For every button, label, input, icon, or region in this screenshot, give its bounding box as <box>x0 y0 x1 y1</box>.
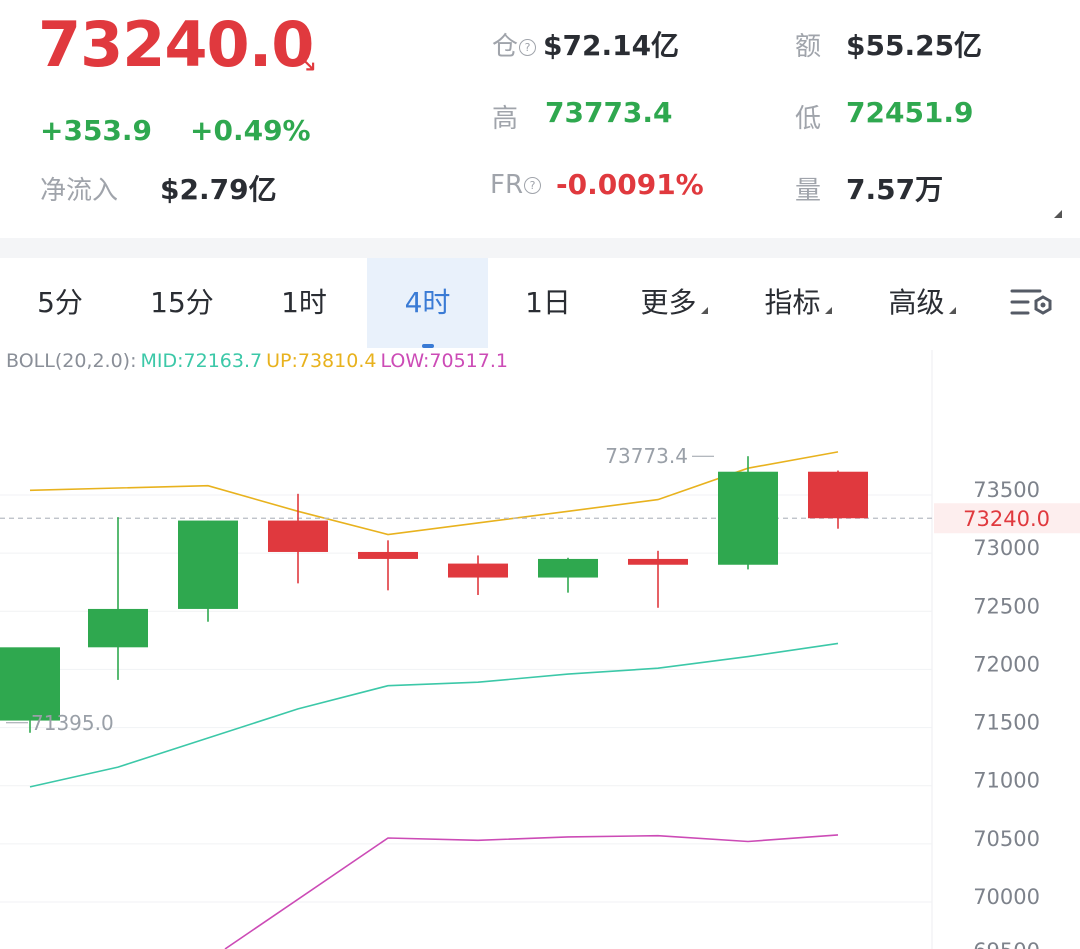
candle-body <box>718 471 778 565</box>
help-icon[interactable]: ? <box>519 39 537 56</box>
y-tick-label: 70500 <box>973 827 1040 851</box>
expand-corner-icon[interactable] <box>1054 210 1062 218</box>
tab-4h[interactable]: 4时 <box>367 258 488 348</box>
candle-body <box>88 608 148 648</box>
low-label: 低 <box>795 104 822 134</box>
tab-indicators[interactable]: 指标 <box>736 258 860 348</box>
chart-settings-icon[interactable] <box>1010 286 1056 320</box>
boll-upper-line <box>29 451 839 536</box>
y-tick-label: 73000 <box>973 536 1040 560</box>
tab-1h[interactable]: 1时 <box>244 258 364 348</box>
netflow-value: $2.79亿 <box>160 173 277 206</box>
last-price: 73240.0 <box>38 8 314 81</box>
y-tick-label: 69500 <box>973 939 1040 949</box>
low-value: 72451.9 <box>846 96 974 129</box>
open-interest-label: 仓 <box>492 32 519 62</box>
help-icon[interactable]: ? <box>524 177 542 194</box>
candle-body <box>178 520 238 609</box>
boll-legend: BOLL(20,2.0): MID:72163.7 UP:73810.4 LOW:70… <box>6 350 512 372</box>
low-marker-label: 71395.0 <box>31 711 114 735</box>
turnover-label: 额 <box>795 32 822 62</box>
section-divider <box>0 238 1080 258</box>
candle-body <box>358 551 418 559</box>
price-change: +353.9 <box>40 114 153 147</box>
boll-up: UP:73810.4 <box>266 350 377 372</box>
candle-body <box>448 563 508 578</box>
tab-more[interactable]: 更多 <box>612 258 736 348</box>
tab-1d[interactable]: 1日 <box>488 258 608 348</box>
y-tick-label: 71000 <box>973 769 1040 793</box>
tab-5m[interactable]: 5分 <box>0 258 120 348</box>
candle-body <box>808 471 868 519</box>
timeframe-tabbar: 5分 15分 1时 4时 1日 更多 指标 高级 <box>0 258 1080 348</box>
high-label: 高 <box>492 104 519 134</box>
volume-label: 量 <box>795 176 822 206</box>
tab-advanced[interactable]: 高级 <box>860 258 984 348</box>
current-price-tag <box>934 503 1080 534</box>
high-value: 73773.4 <box>545 96 673 129</box>
dropdown-corner-icon <box>948 307 956 314</box>
candle-body <box>628 558 688 565</box>
dropdown-corner-icon <box>700 307 708 314</box>
turnover-value: $55.25亿 <box>846 29 983 62</box>
funding-rate-stat[interactable]: FR? <box>490 170 542 200</box>
y-tick-label: 71500 <box>973 711 1040 735</box>
candle-body <box>0 647 60 721</box>
y-tick-label: 70000 <box>973 885 1040 909</box>
dropdown-corner-icon <box>824 307 832 314</box>
netflow-label: 净流入 <box>40 176 119 206</box>
open-interest-value: $72.14亿 <box>543 29 680 62</box>
boll-lower-line <box>224 834 839 949</box>
volume-value: 7.57万 <box>846 173 944 206</box>
candle-body <box>268 520 328 552</box>
y-tick-label: 72500 <box>973 594 1040 618</box>
boll-low: LOW:70517.1 <box>380 350 508 372</box>
ticker-header: 73240.0 ↘ +353.9 +0.49% 净流入 $2.79亿 仓? $7… <box>0 0 1080 238</box>
high-marker-label: 73773.4 <box>605 444 688 468</box>
price-change-percent: +0.49% <box>190 114 311 147</box>
candle-body <box>538 558 598 578</box>
boll-mid: MID:72163.7 <box>140 350 263 372</box>
open-interest-stat[interactable]: 仓? <box>492 26 537 63</box>
tab-15m[interactable]: 15分 <box>122 258 242 348</box>
current-price-label: 73240.0 <box>963 507 1050 531</box>
funding-rate-value: -0.0091% <box>556 168 704 201</box>
boll-label: BOLL(20,2.0): <box>6 350 137 372</box>
funding-rate-label: FR <box>490 170 524 200</box>
down-arrow-icon: ↘ <box>296 48 318 78</box>
y-tick-label: 73500 <box>973 478 1040 502</box>
boll-mid-line <box>29 642 839 788</box>
y-tick-label: 72000 <box>973 652 1040 676</box>
